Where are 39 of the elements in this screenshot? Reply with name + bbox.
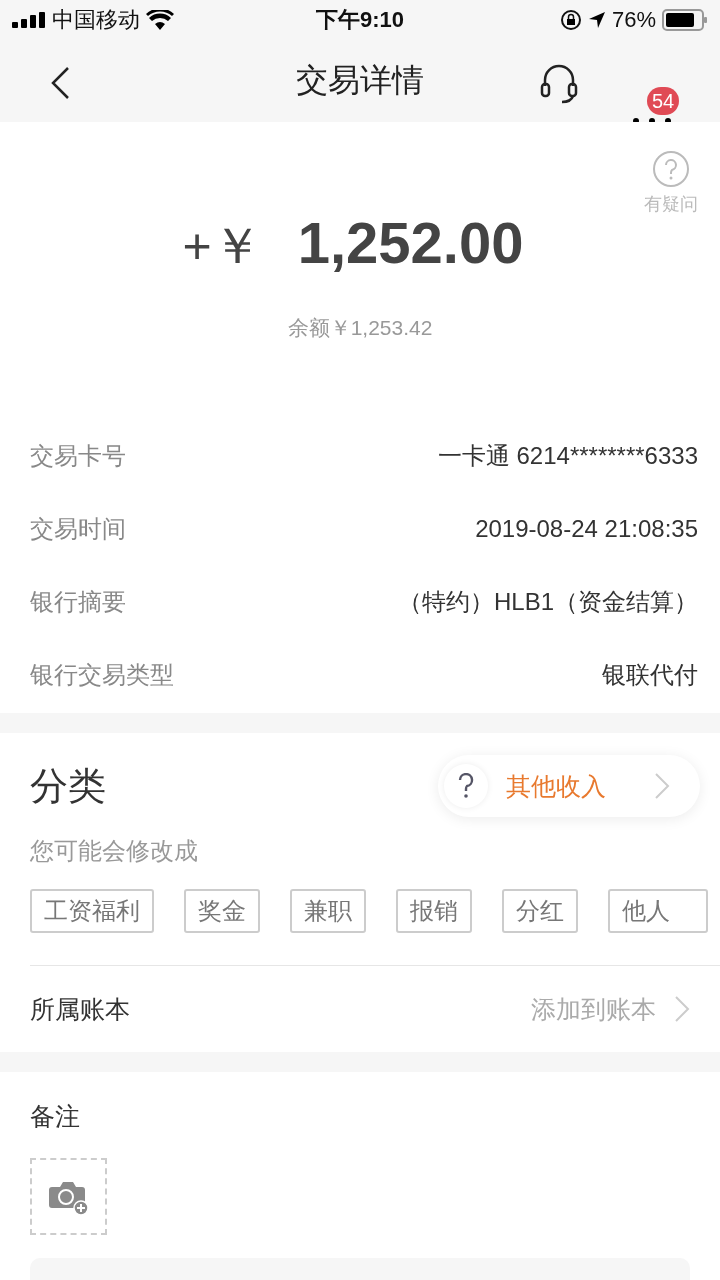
amount-value: 1,252.00: [297, 209, 524, 276]
page-title: 交易详情: [296, 61, 424, 100]
detail-value: 一卡通 6214********6333: [437, 440, 698, 471]
category-tag[interactable]: 报销: [396, 889, 472, 933]
rotation-lock-icon: [559, 9, 582, 31]
wifi-icon: [146, 10, 174, 30]
note-title: 备注: [30, 1101, 81, 1132]
question-icon: [652, 150, 690, 188]
category-tag[interactable]: 他人: [608, 889, 708, 933]
detail-value: 银联代付: [602, 659, 698, 690]
detail-value: 2019-08-24 21:08:35: [475, 514, 698, 543]
category-tag[interactable]: 奖金: [184, 889, 260, 933]
detail-value: （特约）HLB1（资金结算）: [397, 586, 698, 617]
status-time: 下午9:10: [315, 6, 404, 34]
question-icon: [458, 773, 474, 799]
notification-badge: 54: [647, 87, 680, 115]
battery-percentage: 76%: [611, 7, 656, 33]
category-tag[interactable]: 工资福利: [30, 889, 154, 933]
chevron-icon: [674, 995, 690, 1023]
detail-label: 银行交易类型: [30, 659, 174, 690]
detail-label: 交易时间: [30, 513, 126, 544]
detail-label: 交易卡号: [30, 440, 126, 471]
detail-label: 银行摘要: [30, 586, 126, 617]
add-photo-button[interactable]: [30, 1158, 107, 1235]
category-tag[interactable]: 兼职: [290, 889, 366, 933]
location-icon: [587, 11, 606, 29]
category-tag[interactable]: 分红: [502, 889, 578, 933]
ledger-label: 所属账本: [30, 993, 130, 1025]
carrier-name: 中国移动: [52, 6, 140, 34]
signal-icon: [12, 12, 46, 28]
battery-icon: [662, 9, 708, 31]
chevron-icon: [654, 772, 670, 800]
currency-sign: +￥: [182, 217, 262, 276]
category-selector[interactable]: 其他收入: [438, 755, 700, 817]
balance-text: 余额￥1,253.42: [286, 315, 434, 341]
hint-text: 您可能会修改成: [30, 836, 199, 866]
add-to-ledger-link[interactable]: 添加到账本: [531, 992, 690, 1026]
section-title: 分类: [30, 763, 106, 809]
headset-icon[interactable]: [540, 62, 578, 104]
